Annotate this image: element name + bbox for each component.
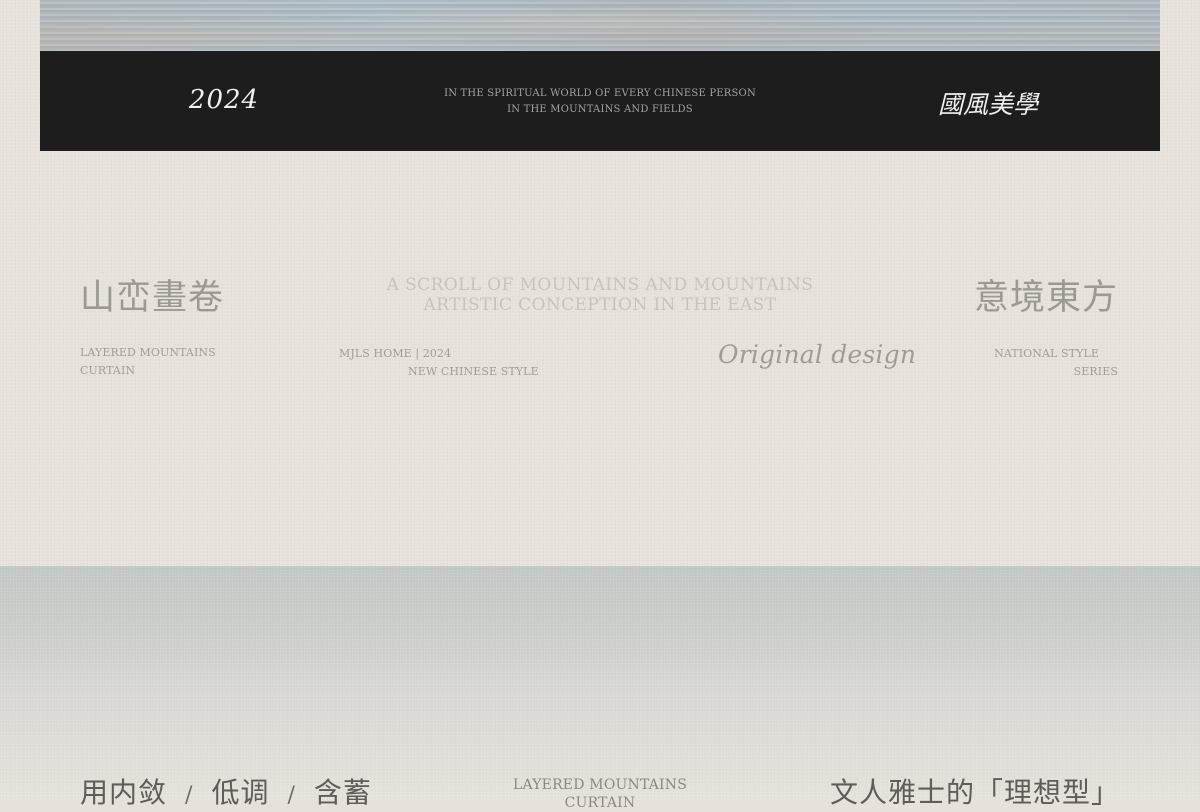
right-small-line-2: SERIES	[1073, 365, 1118, 378]
banner-line-1: IN THE SPIRITUAL WORLD OF EVERY CHINESE …	[444, 88, 756, 99]
bottom-left-text: 用内敛 / 低调 / 含蓄	[80, 771, 372, 811]
banner-right-text: 國風美學	[937, 90, 1038, 119]
right-small-line-1: NATIONAL STYLE	[994, 347, 1099, 360]
bottom-separator-1: /	[185, 783, 194, 808]
left-title: 山峦畫卷	[80, 278, 225, 318]
lower-texture	[0, 566, 1200, 800]
bottom-right-text: 文人雅士的「理想型」	[829, 776, 1120, 809]
right-title: 意境東方	[973, 278, 1118, 318]
bottom-left-word-2: 低调	[211, 776, 270, 809]
left-small-copy: LAYERED MOUNTAINS CURTAIN	[80, 344, 216, 380]
dark-banner: 2024 IN THE SPIRITUAL WORLD OF EVERY CHI…	[40, 51, 1160, 151]
bottom-center-line-2: CURTAIN	[564, 795, 636, 811]
center-copy: A SCROLL OF MOUNTAINS AND MOUNTAINS ARTI…	[385, 275, 815, 315]
left-small-line-1: LAYERED MOUNTAINS	[80, 346, 216, 359]
center-line-1: A SCROLL OF MOUNTAINS AND MOUNTAINS	[386, 275, 814, 295]
original-design-script: Original design	[718, 340, 917, 369]
bottom-left-word-3: 含蓄	[313, 776, 372, 809]
mountain-scroll-section: 山峦畫卷 A SCROLL OF MOUNTAINS AND MOUNTAINS…	[0, 151, 1200, 566]
bottom-separator-2: /	[287, 783, 296, 808]
banner-line-2: IN THE MOUNTAINS AND FIELDS	[507, 104, 693, 115]
bottom-left-word-1: 用内敛	[80, 776, 168, 809]
lower-gradient-section: 用内敛 / 低调 / 含蓄 LAYERED MOUNTAINS CURTAIN 文人雅士…	[0, 566, 1200, 811]
banner-copy: IN THE SPIRITUAL WORLD OF EVERY CHINESE …	[420, 86, 780, 118]
center-line-2: ARTISTIC CONCEPTION IN THE EAST	[423, 295, 777, 315]
bottom-center-copy: LAYERED MOUNTAINS CURTAIN	[512, 776, 688, 812]
hero-image-strip	[40, 0, 1160, 51]
banner-year: 2024	[188, 85, 260, 115]
bottom-center-line-1: LAYERED MOUNTAINS	[512, 777, 688, 793]
meta-line-2: NEW CHINESE STYLE	[408, 365, 539, 378]
meta-line-1: MJLS HOME | 2024	[339, 347, 452, 360]
left-small-line-2: CURTAIN	[80, 364, 136, 377]
